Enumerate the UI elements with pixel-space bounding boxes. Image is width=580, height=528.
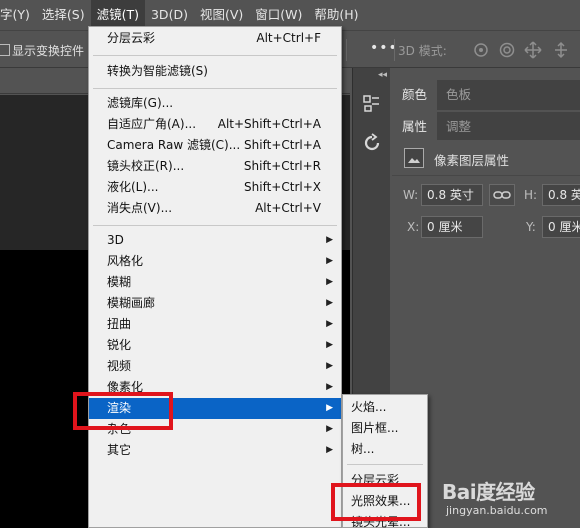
- menu-item-label: 风格化: [107, 254, 144, 268]
- options-divider: [346, 39, 347, 61]
- menu-item-label: 模糊: [107, 275, 132, 289]
- menu-item-label: 自适应广角(A)...: [107, 117, 197, 131]
- 3d-roll-icon[interactable]: [498, 41, 516, 59]
- pixel-layer-icon: [404, 148, 424, 168]
- submenu-arrow-icon: ▶: [326, 382, 333, 392]
- height-label: H:: [524, 188, 538, 202]
- tab-adjustments[interactable]: 调整: [436, 112, 481, 142]
- menu-item-label: 消失点(V)...: [107, 201, 173, 215]
- submenu-item-label: 图片框...: [351, 421, 399, 435]
- watermark-url: jingyan.baidu.com: [446, 504, 548, 517]
- menu-item-shortcut: Shift+Ctrl+X: [244, 180, 321, 194]
- y-label: Y:: [526, 220, 536, 234]
- properties-panel-tabs: 属性 调整: [392, 112, 580, 142]
- tab-color[interactable]: 颜色: [392, 80, 438, 110]
- x-field[interactable]: 0 厘米: [421, 216, 483, 238]
- submenu-arrow-icon: ▶: [326, 319, 333, 329]
- photoshop-window: 字(Y) 选择(S) 滤镜(T) 3D(D) 视图(V) 窗口(W) 帮助(H)…: [0, 0, 580, 528]
- menu-item-shortcut: Alt+Shift+Ctrl+A: [217, 117, 321, 131]
- menu-item-camera-raw[interactable]: Camera Raw 滤镜(C)... Shift+Ctrl+A: [89, 135, 341, 156]
- menu-item-difference-clouds[interactable]: 分层云彩 Alt+Ctrl+F: [89, 28, 341, 49]
- menu-item-label: 3D: [107, 233, 124, 247]
- menu-item-label: 扭曲: [107, 317, 132, 331]
- watermark: Bai度经验 jingyan.baidu.com: [442, 476, 580, 526]
- menu-item-label: 镜头校正(R)...: [107, 159, 185, 173]
- menu-item-shortcut: Alt+Ctrl+V: [255, 201, 321, 215]
- properties-rotate-icon[interactable]: [360, 132, 384, 156]
- watermark-logo: Bai度经验: [442, 480, 535, 504]
- menu-item-3d[interactable]: 3D ▶: [89, 230, 341, 251]
- menu-item-distort[interactable]: 扭曲 ▶: [89, 314, 341, 335]
- menu-item-shortcut: Alt+Ctrl+F: [256, 31, 321, 45]
- y-field[interactable]: 0 厘米: [542, 216, 580, 238]
- menu-item-lens-correction[interactable]: 镜头校正(R)... Shift+Ctrl+R: [89, 156, 341, 177]
- menu-item-stylize[interactable]: 风格化 ▶: [89, 251, 341, 272]
- menu-select[interactable]: 选择(S): [36, 0, 91, 30]
- submenu-item-tree[interactable]: 树...: [343, 439, 427, 460]
- submenu-item-label: 树...: [351, 442, 375, 456]
- submenu-arrow-icon: ▶: [326, 235, 333, 245]
- menu-item-video[interactable]: 视频 ▶: [89, 356, 341, 377]
- submenu-separator: [347, 464, 423, 465]
- annotation-box-lighting-effects: [331, 483, 421, 521]
- submenu-arrow-icon: ▶: [326, 256, 333, 266]
- collapse-panels-icon[interactable]: ◂◂: [378, 70, 387, 80]
- submenu-arrow-icon: ▶: [326, 361, 333, 371]
- 3d-pan-icon[interactable]: [524, 41, 542, 59]
- menu-item-label: 分层云彩: [107, 31, 156, 45]
- menu-item-other[interactable]: 其它 ▶: [89, 440, 341, 461]
- menu-item-blur-gallery[interactable]: 模糊画廊 ▶: [89, 293, 341, 314]
- menu-item-label: Camera Raw 滤镜(C)...: [107, 138, 241, 152]
- tab-properties[interactable]: 属性: [392, 112, 438, 142]
- height-field[interactable]: 0.8 英寸: [542, 184, 580, 206]
- properties-title: 像素图层属性: [434, 153, 510, 168]
- menu-item-vanishing-point[interactable]: 消失点(V)... Alt+Ctrl+V: [89, 198, 341, 219]
- x-label: X:: [407, 220, 420, 234]
- width-field[interactable]: 0.8 英寸: [421, 184, 483, 206]
- submenu-arrow-icon: ▶: [326, 424, 333, 434]
- menu-item-shortcut: Shift+Ctrl+A: [244, 138, 321, 152]
- menu-item-label: 视频: [107, 359, 132, 373]
- color-panel-tabs: 颜色 色板: [392, 80, 580, 110]
- show-transform-checkbox[interactable]: [0, 44, 10, 56]
- history-icon[interactable]: [360, 92, 384, 116]
- filter-menu: 分层云彩 Alt+Ctrl+F 转换为智能滤镜(S) 滤镜库(G)... 自适应广…: [88, 26, 342, 528]
- 3d-slide-icon[interactable]: [552, 41, 570, 59]
- menu-item-label: 模糊画廊: [107, 296, 156, 310]
- menu-item-filter-gallery[interactable]: 滤镜库(G)...: [89, 93, 341, 114]
- menu-item-label: 转换为智能滤镜(S): [107, 64, 208, 78]
- 3d-orbit-icon[interactable]: [472, 41, 490, 59]
- submenu-arrow-icon: ▶: [326, 340, 333, 350]
- submenu-item-label: 火焰...: [351, 400, 387, 414]
- tab-swatches[interactable]: 色板: [436, 80, 481, 110]
- submenu-arrow-icon: ▶: [326, 403, 333, 413]
- menu-item-label: 液化(L)...: [107, 180, 159, 194]
- submenu-arrow-icon: ▶: [326, 445, 333, 455]
- menu-item-shortcut: Shift+Ctrl+R: [243, 159, 321, 173]
- options-divider: [394, 39, 395, 61]
- menu-separator: [93, 88, 337, 89]
- menu-item-convert-smart-filter[interactable]: 转换为智能滤镜(S): [89, 61, 341, 82]
- show-transform-label: 显示变换控件: [12, 44, 85, 58]
- width-label: W:: [403, 188, 419, 202]
- link-dimensions-button[interactable]: [489, 184, 515, 206]
- menu-item-label: 锐化: [107, 338, 132, 352]
- menu-item-blur[interactable]: 模糊 ▶: [89, 272, 341, 293]
- submenu-arrow-icon: ▶: [326, 298, 333, 308]
- menu-item-label: 滤镜库(G)...: [107, 96, 174, 110]
- submenu-item-picture-frame[interactable]: 图片框...: [343, 418, 427, 439]
- 3d-mode-label: 3D 模式:: [398, 44, 447, 58]
- menu-item-adaptive-wide-angle[interactable]: 自适应广角(A)... Alt+Shift+Ctrl+A: [89, 114, 341, 135]
- submenu-arrow-icon: ▶: [326, 277, 333, 287]
- menu-item-liquify[interactable]: 液化(L)... Shift+Ctrl+X: [89, 177, 341, 198]
- menu-item-sharpen[interactable]: 锐化 ▶: [89, 335, 341, 356]
- menu-item-label: 其它: [107, 443, 132, 457]
- submenu-item-flame[interactable]: 火焰...: [343, 397, 427, 418]
- annotation-box-render: [73, 392, 173, 430]
- menu-separator: [93, 225, 337, 226]
- menu-type[interactable]: 字(Y): [0, 0, 36, 30]
- menu-separator: [93, 55, 337, 56]
